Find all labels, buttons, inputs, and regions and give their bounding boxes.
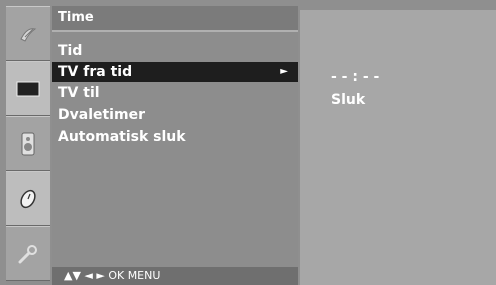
category-picture-tile[interactable] (6, 61, 50, 116)
menu-item-label: Dvaletimer (58, 107, 145, 123)
category-time-tile[interactable] (6, 171, 50, 226)
navigation-hint: ▲▼ ◄ ► OK MENU (52, 267, 298, 285)
category-sound-tile[interactable] (6, 116, 50, 171)
tv-screen-icon (16, 81, 40, 96)
menu-item-label: Automatisk sluk (58, 129, 186, 145)
satellite-dish-icon (20, 27, 37, 42)
menu-item-tv-til[interactable]: TV til (52, 82, 298, 104)
menu-item-tv-fra-tid[interactable]: TV fra tid ► (52, 62, 298, 82)
time-menu-panel: Time Tid TV fra tid ► TV til Dvaletimer … (52, 6, 298, 285)
menu-item-label: TV til (58, 85, 100, 101)
on-time-value[interactable]: - - : - - (331, 67, 379, 87)
menu-item-automatisk-sluk[interactable]: Automatisk sluk (52, 126, 298, 148)
category-option-tile[interactable] (6, 226, 50, 281)
on-time-state-value[interactable]: Sluk (331, 90, 365, 110)
menu-item-label: Tid (58, 43, 83, 59)
submenu-panel: - - : - - Sluk (300, 10, 496, 285)
menu-item-dvaletimer[interactable]: Dvaletimer (52, 104, 298, 126)
menu-item-label: TV fra tid (58, 64, 133, 80)
submenu-arrow-icon: ► (280, 66, 288, 77)
category-setup-tile[interactable] (6, 6, 50, 61)
menu-item-tid[interactable]: Tid (52, 40, 298, 62)
wrench-icon (18, 244, 37, 263)
clock-icon (20, 189, 36, 208)
menu-item-list: Tid TV fra tid ► TV til Dvaletimer Autom… (52, 40, 298, 148)
menu-title: Time (52, 6, 298, 32)
osd-frame: Time Tid TV fra tid ► TV til Dvaletimer … (0, 0, 496, 285)
category-icon-bar (6, 6, 50, 285)
speaker-icon (21, 132, 35, 155)
